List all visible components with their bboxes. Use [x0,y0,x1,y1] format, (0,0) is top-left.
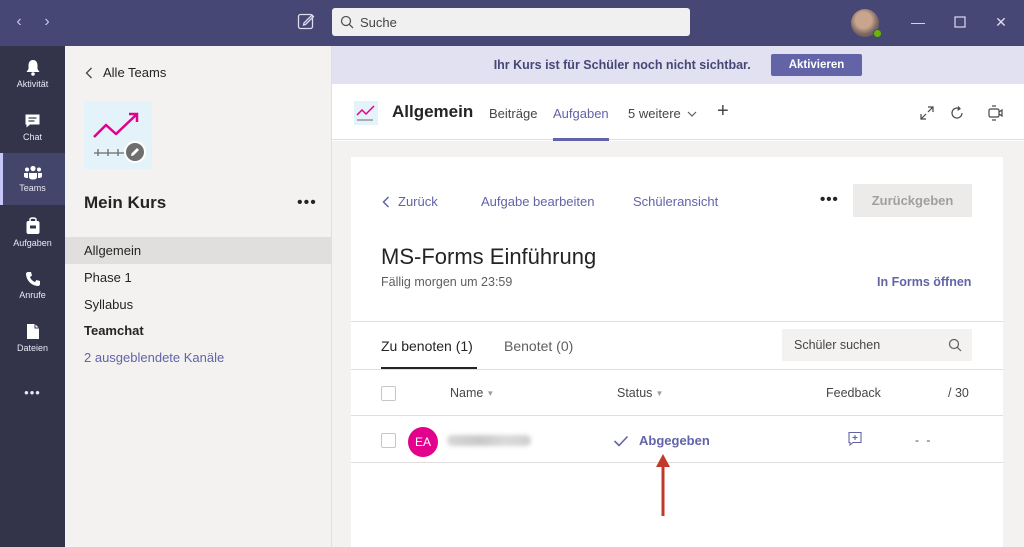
back-label: Zurück [398,194,438,209]
search-input[interactable]: Suche [332,8,690,36]
edit-assignment-button[interactable]: Aufgabe bearbeiten [481,194,594,209]
more-tabs-label: 5 weitere [628,106,681,121]
assignment-card: Zurück Aufgabe bearbeiten Schüleransicht… [351,157,1003,547]
checkmark-icon [613,435,629,447]
rail-item-files[interactable]: Dateien [0,312,65,364]
tab-to-grade[interactable]: Zu benoten (1) [381,338,477,369]
due-date: Fällig morgen um 23:59 [381,275,513,289]
back-button[interactable]: Zurück [382,194,438,209]
return-button[interactable]: Zurückgeben [853,184,972,217]
chevron-left-icon [85,67,92,78]
column-feedback-header: Feedback [826,386,881,400]
back-arrow-icon[interactable]: ‹ [12,12,26,32]
divider [351,415,1003,416]
student-search-input[interactable]: Schüler suchen [782,329,972,361]
assignments-icon [26,216,39,234]
rail-item-chat[interactable]: Chat [0,101,65,153]
title-bar: ‹ › Suche — ✕ [0,0,1024,46]
tab-beitraege[interactable]: Beiträge [489,106,537,121]
maximize-icon[interactable] [951,13,969,31]
teams-icon [23,165,42,180]
rail-label: Chat [22,131,42,142]
compose-icon[interactable] [296,11,316,31]
status-label: Abgegeben [639,433,710,448]
rail-item-assignments[interactable]: Aufgaben [0,206,65,258]
sort-down-icon: ▼ [655,389,664,399]
channel-syllabus[interactable]: Syllabus [65,291,331,318]
student-search-placeholder: Schüler suchen [794,338,881,352]
column-name-label: Name [450,386,484,400]
channel-teamchat[interactable]: Teamchat [65,317,331,344]
search-placeholder: Suche [360,14,397,30]
hidden-channels-link[interactable]: 2 ausgeblendete Kanäle [65,344,331,371]
sort-down-icon: ▼ [486,389,495,399]
more-options-button[interactable]: ••• [820,191,839,208]
channel-title: Allgemein [392,102,474,121]
rail-label: Aufgaben [13,237,52,248]
rail-item-teams[interactable]: Teams [0,153,65,205]
divider [351,369,1003,370]
more-icon: ••• [24,384,41,400]
banner-text: Ihr Kurs ist für Schüler noch nicht sich… [493,58,751,72]
rail-label: Teams [19,183,46,193]
assignment-title: MS-Forms Einführung [381,244,597,269]
back-to-teams-link[interactable]: Alle Teams [85,65,166,80]
team-more-options-button[interactable]: ••• [297,194,317,212]
edit-pencil-icon[interactable] [124,141,146,163]
channel-header: Allgemein Beiträge Aufgaben 5 weitere + [332,84,1024,141]
tab-more-dropdown[interactable]: 5 weitere [628,106,697,121]
channel-chart-icon [354,101,378,125]
activate-button[interactable]: Aktivieren [770,54,863,76]
rail-label: Aktivität [16,79,49,89]
history-nav: ‹ › [12,12,54,32]
add-feedback-icon[interactable] [847,431,863,447]
phone-icon [25,271,40,286]
tab-graded[interactable]: Benotet (0) [504,338,573,354]
row-checkbox[interactable] [381,433,396,448]
open-in-forms-link[interactable]: In Forms öffnen [877,275,971,289]
expand-icon[interactable] [918,104,936,122]
team-name: Mein Kurs [84,193,167,212]
channel-phase-1[interactable]: Phase 1 [65,264,331,291]
chevron-down-icon [687,111,697,117]
column-status-header[interactable]: Status ▼ [617,386,663,400]
rail-label: Anrufe [19,289,46,300]
team-logo[interactable] [84,101,152,169]
column-name-header[interactable]: Name ▼ [450,386,494,400]
student-name-blurred [447,435,531,446]
score-value[interactable]: - - [915,433,932,447]
search-icon [340,15,354,29]
refresh-icon[interactable] [948,104,966,122]
tab-aufgaben[interactable]: Aufgaben [553,106,609,141]
forward-arrow-icon[interactable]: › [40,12,54,32]
select-all-checkbox[interactable] [381,386,396,401]
divider [351,462,1003,463]
divider [351,321,1003,322]
visibility-banner: Ihr Kurs ist für Schüler noch nicht sich… [332,46,1024,84]
presence-available-icon [873,29,882,38]
team-panel: Alle Teams Mein Kurs ••• Allgemein Phase… [65,46,332,547]
channel-allgemein[interactable]: Allgemein [65,237,331,264]
search-icon [948,338,962,352]
file-icon [26,324,39,339]
meet-now-icon[interactable] [986,104,1004,122]
add-tab-icon[interactable]: + [717,100,729,123]
bell-icon [26,60,39,76]
student-view-button[interactable]: Schüleransicht [633,194,718,209]
back-to-teams-label: Alle Teams [103,65,167,80]
chat-icon [25,114,40,127]
column-points-header: / 30 [948,386,969,400]
annotation-arrow [655,454,671,518]
student-avatar: EA [408,427,438,457]
rail-item-activity[interactable]: Aktivität [0,48,65,100]
chevron-left-icon [382,195,390,208]
rail-item-calls[interactable]: Anrufe [0,259,65,311]
app-rail: Aktivität Chat Teams Aufgaben Anrufe Dat… [0,46,65,547]
minimize-icon[interactable]: — [909,13,927,31]
submission-status[interactable]: Abgegeben [613,433,710,448]
rail-label: Dateien [16,343,49,353]
close-icon[interactable]: ✕ [992,13,1010,31]
rail-more-button[interactable]: ••• [0,366,65,418]
column-status-label: Status [617,386,653,400]
